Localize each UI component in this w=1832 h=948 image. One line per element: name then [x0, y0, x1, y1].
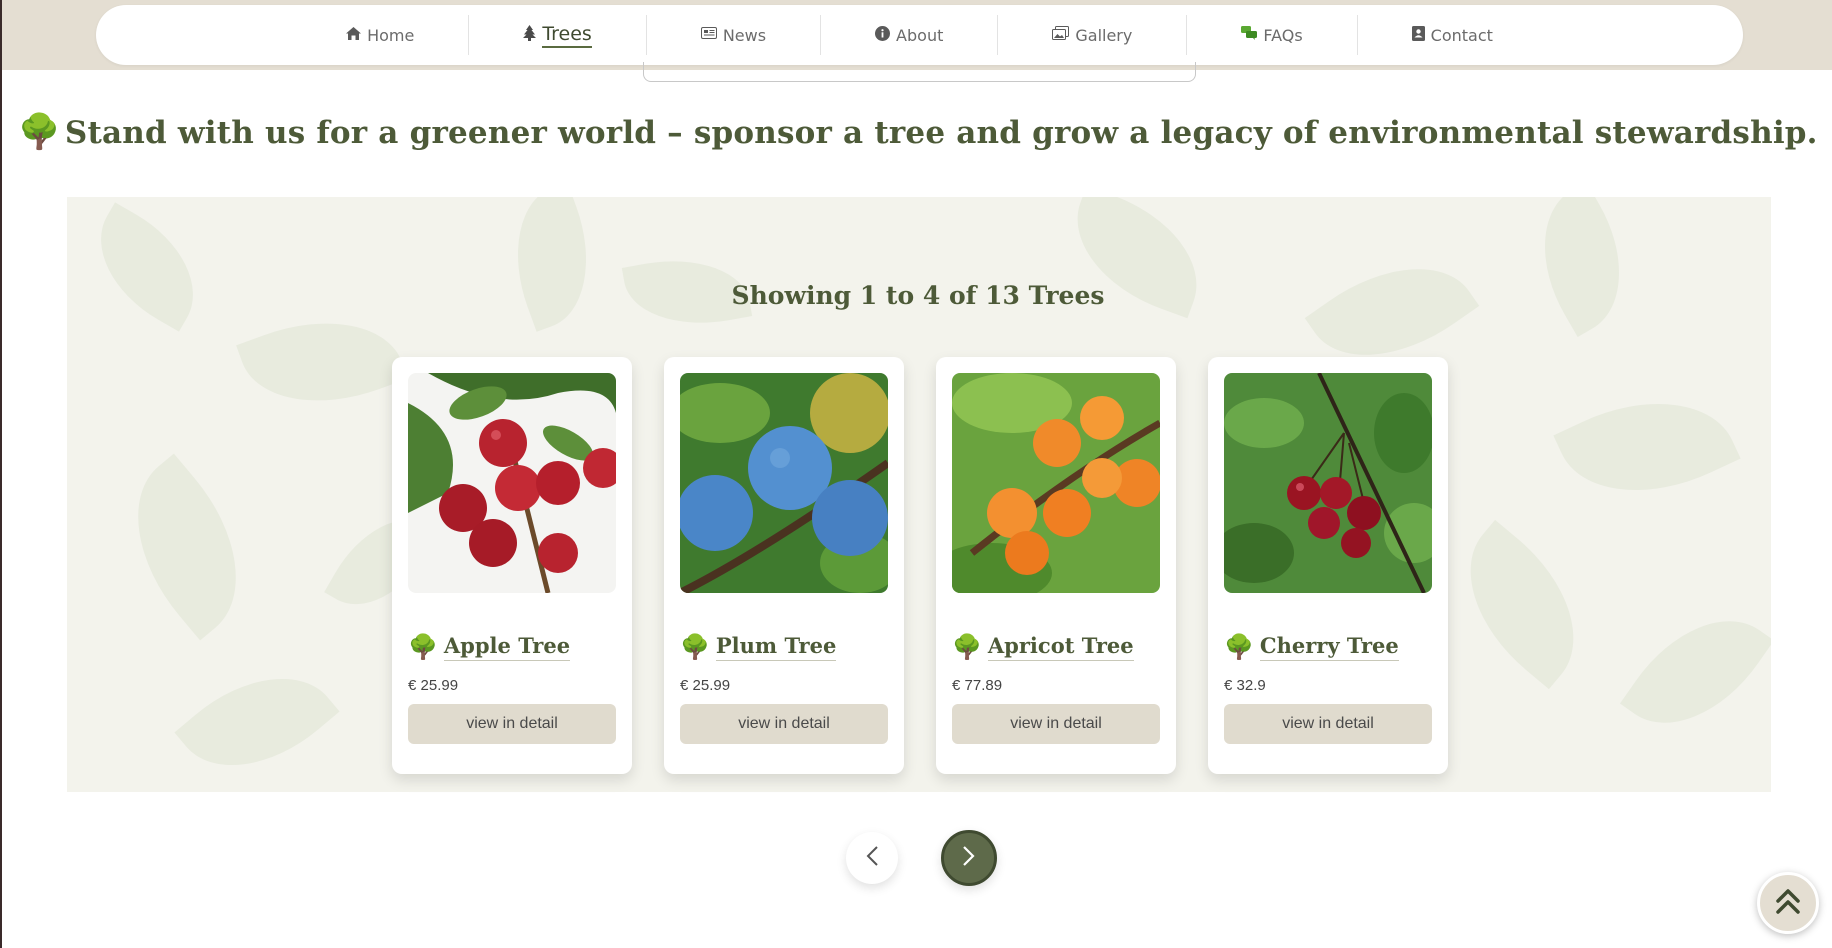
leaf-decoration — [1553, 367, 1741, 527]
tree-icon — [523, 25, 537, 45]
leaf-decoration — [174, 642, 340, 792]
chevron-right-icon — [962, 845, 976, 871]
tree-card-list: 🌳 Apple Tree € 25.99 view in detail 🌳 Pl… — [392, 357, 1448, 774]
nav-item-home[interactable]: Home — [292, 15, 470, 55]
nav-label-home: Home — [367, 25, 415, 45]
nav-item-about[interactable]: About — [821, 15, 999, 55]
tree-emoji-icon: 🌳 — [952, 633, 982, 661]
tree-price: € 25.99 — [408, 677, 459, 694]
leaf-decoration — [1619, 588, 1771, 756]
headline-text: Stand with us for a greener world – spon… — [64, 115, 1818, 151]
tree-image-apple — [408, 373, 616, 593]
tree-card: 🌳 Apricot Tree € 77.89 view in detail — [936, 357, 1176, 774]
chevron-left-icon — [865, 845, 879, 871]
double-chevron-up-icon — [1774, 887, 1802, 919]
info-icon — [875, 25, 891, 45]
tree-emoji-icon: 🌳 — [18, 112, 61, 152]
nav-label-gallery: Gallery — [1075, 25, 1133, 45]
leaf-decoration — [97, 453, 277, 641]
nav-item-news[interactable]: News — [647, 15, 822, 55]
tree-name-link[interactable]: Apricot Tree — [987, 633, 1134, 661]
tree-price: € 77.89 — [952, 677, 1003, 694]
images-icon — [1052, 26, 1070, 44]
tree-price: € 25.99 — [680, 677, 731, 694]
tree-card: 🌳 Plum Tree € 25.99 view in detail — [664, 357, 904, 774]
tree-image-cherry — [1224, 373, 1432, 593]
nav-item-faqs[interactable]: FAQs — [1187, 15, 1358, 55]
nav-label-news: News — [722, 25, 767, 45]
leaf-decoration — [492, 197, 612, 332]
tree-emoji-icon: 🌳 — [408, 633, 438, 661]
tree-emoji-icon: 🌳 — [680, 633, 710, 661]
newspaper-icon — [700, 27, 717, 43]
card-title: 🌳 Cherry Tree — [1224, 633, 1432, 661]
address-book-icon — [1411, 25, 1425, 45]
leaf-decoration — [75, 202, 219, 332]
tree-card: 🌳 Cherry Tree € 32.9 view in detail — [1208, 357, 1448, 774]
view-detail-button[interactable]: view in detail — [1224, 704, 1432, 744]
home-icon — [346, 26, 362, 44]
leaf-decoration — [236, 294, 408, 430]
page-headline: 🌳 Stand with us for a greener world – spo… — [2, 112, 1832, 152]
nav-item-gallery[interactable]: Gallery — [998, 15, 1188, 55]
nav-label-about: About — [896, 25, 944, 45]
comments-icon — [1241, 26, 1258, 44]
nav-item-trees[interactable]: Trees — [469, 15, 647, 55]
view-detail-button[interactable]: view in detail — [680, 704, 888, 744]
tree-price: € 32.9 — [1224, 677, 1266, 694]
tree-card: 🌳 Apple Tree € 25.99 view in detail — [392, 357, 632, 774]
main-navbar: Home Trees News About Gallery FAQs Conta… — [96, 5, 1743, 65]
card-title: 🌳 Apricot Tree — [952, 633, 1160, 661]
tree-name-link[interactable]: Apple Tree — [443, 633, 571, 661]
search-box-edge[interactable] — [643, 62, 1196, 82]
tree-name-link[interactable]: Plum Tree — [715, 633, 837, 661]
view-detail-button[interactable]: view in detail — [408, 704, 616, 744]
scroll-to-top-button[interactable] — [1757, 872, 1819, 934]
tree-image-plum — [680, 373, 888, 593]
results-count: Showing 1 to 4 of 13 Trees — [731, 281, 1105, 310]
nav-item-contact[interactable]: Contact — [1358, 15, 1547, 55]
tree-emoji-icon: 🌳 — [1224, 633, 1254, 661]
nav-label-trees: Trees — [542, 23, 592, 48]
card-title: 🌳 Apple Tree — [408, 633, 616, 661]
pagination — [846, 830, 997, 886]
previous-page-button[interactable] — [846, 832, 898, 884]
leaf-decoration — [1512, 197, 1652, 338]
nav-label-contact: Contact — [1430, 25, 1493, 45]
view-detail-button[interactable]: view in detail — [952, 704, 1160, 744]
tree-name-link[interactable]: Cherry Tree — [1259, 633, 1399, 661]
card-title: 🌳 Plum Tree — [680, 633, 888, 661]
nav-label-faqs: FAQs — [1263, 25, 1303, 45]
leaf-decoration — [1434, 519, 1610, 690]
next-page-button[interactable] — [941, 830, 997, 886]
tree-image-apricot — [952, 373, 1160, 593]
